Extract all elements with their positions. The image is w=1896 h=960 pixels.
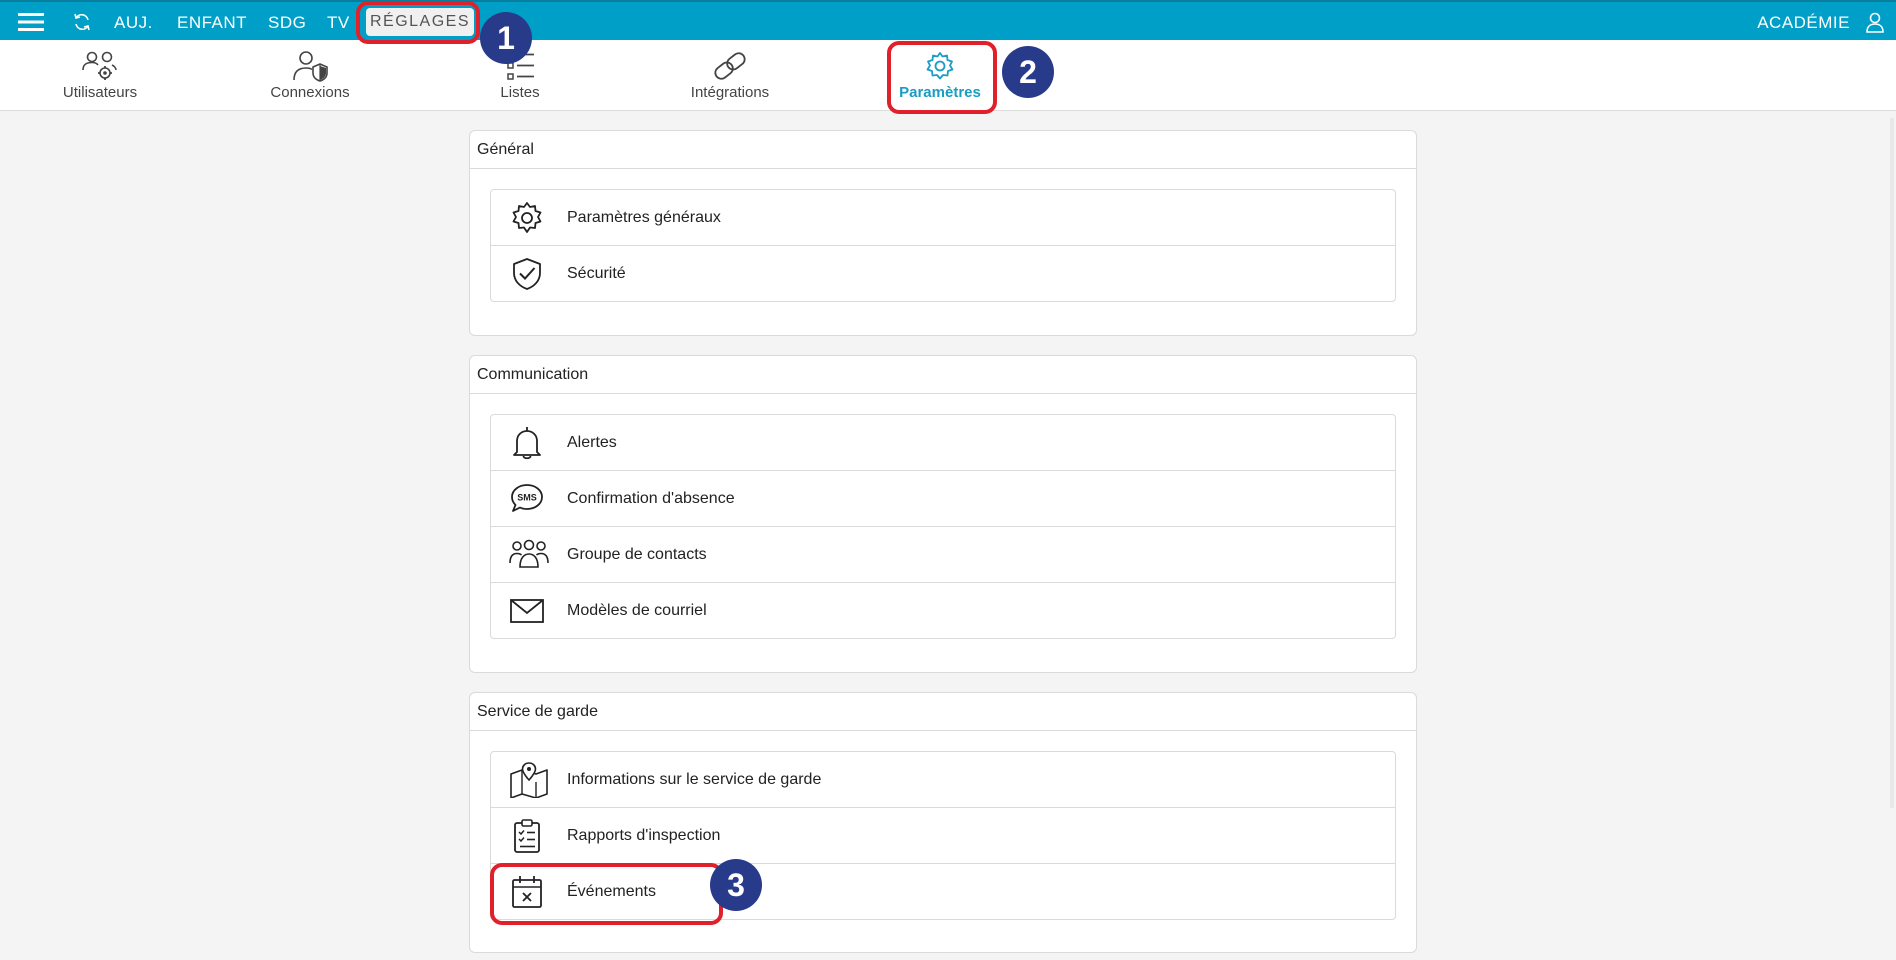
list-item-label: Confirmation d'absence	[567, 490, 735, 507]
list-item-groupe-contacts[interactable]: Groupe de contacts	[491, 527, 1395, 583]
callout-reglages	[356, 1, 480, 44]
list-item-label: Alertes	[567, 434, 617, 451]
section-title: Communication	[470, 356, 1416, 394]
callout-evenements	[490, 863, 723, 925]
tab-utilisateurs-label: Utilisateurs	[62, 84, 138, 101]
nav-tv[interactable]: TV	[327, 13, 350, 33]
map-pin-icon	[510, 762, 548, 798]
list-item-informations-service-garde[interactable]: Informations sur le service de garde	[491, 752, 1395, 808]
list-item-label: Sécurité	[567, 265, 626, 282]
user-icon[interactable]	[1864, 11, 1886, 33]
list-item-parametres-generaux[interactable]: Paramètres généraux	[491, 190, 1395, 246]
list-item-securite[interactable]: Sécurité	[491, 246, 1395, 301]
link-icon	[714, 52, 746, 80]
list-item-modeles-courriel[interactable]: Modèles de courriel	[491, 583, 1395, 638]
tab-integrations-label: Intégrations	[690, 84, 770, 101]
top-bar: AUJ. ENFANT SDG TV RÉGLAGES ACADÉMIE	[0, 0, 1896, 40]
refresh-icon[interactable]	[72, 12, 92, 32]
scrollbar[interactable]	[1890, 118, 1894, 808]
list-item-rapports-inspection[interactable]: Rapports d'inspection	[491, 808, 1395, 864]
group-icon	[509, 539, 549, 568]
nav-enfant[interactable]: ENFANT	[177, 13, 247, 33]
envelope-icon	[510, 599, 544, 623]
list-item-label: Modèles de courriel	[567, 602, 707, 619]
svg-text:SMS: SMS	[517, 493, 537, 503]
tab-connexions[interactable]: Connexions	[240, 46, 380, 106]
shield-check-icon	[513, 258, 541, 290]
bell-icon	[513, 427, 541, 460]
gear-icon	[512, 202, 542, 233]
section-title: Général	[470, 131, 1416, 169]
list-item-label: Paramètres généraux	[567, 209, 721, 226]
section-title: Service de garde	[470, 693, 1416, 731]
users-gear-icon	[82, 51, 117, 80]
section-communication: Communication Alertes SMS Confirmation d…	[469, 355, 1417, 673]
step-badge-3: 3	[710, 859, 762, 911]
settings-list: Paramètres généraux Sécurité	[490, 189, 1396, 302]
tab-listes-label: Listes	[500, 84, 540, 101]
section-general: Général Paramètres généraux Sécurité	[469, 130, 1417, 336]
list-item-label: Informations sur le service de garde	[567, 771, 822, 788]
hamburger-menu-icon[interactable]	[18, 12, 44, 32]
step-badge-2: 2	[1002, 46, 1054, 98]
step-badge-1: 1	[480, 12, 532, 64]
tab-connexions-label: Connexions	[270, 84, 350, 101]
settings-list: Alertes SMS Confirmation d'absence Group…	[490, 414, 1396, 639]
tab-integrations[interactable]: Intégrations	[660, 46, 800, 106]
user-shield-icon	[293, 51, 328, 82]
tab-utilisateurs[interactable]: Utilisateurs	[30, 46, 170, 106]
nav-academie[interactable]: ACADÉMIE	[1757, 13, 1850, 33]
list-item-alertes[interactable]: Alertes	[491, 415, 1395, 471]
list-item-label: Rapports d'inspection	[567, 827, 721, 844]
clipboard-checklist-icon	[514, 819, 540, 853]
list-item-confirmation-absence[interactable]: SMS Confirmation d'absence	[491, 471, 1395, 527]
nav-auj[interactable]: AUJ.	[114, 13, 153, 33]
list-item-label: Groupe de contacts	[567, 546, 707, 563]
sms-bubble-icon: SMS	[511, 484, 543, 512]
nav-sdg[interactable]: SDG	[268, 13, 306, 33]
callout-parametres	[887, 41, 997, 114]
